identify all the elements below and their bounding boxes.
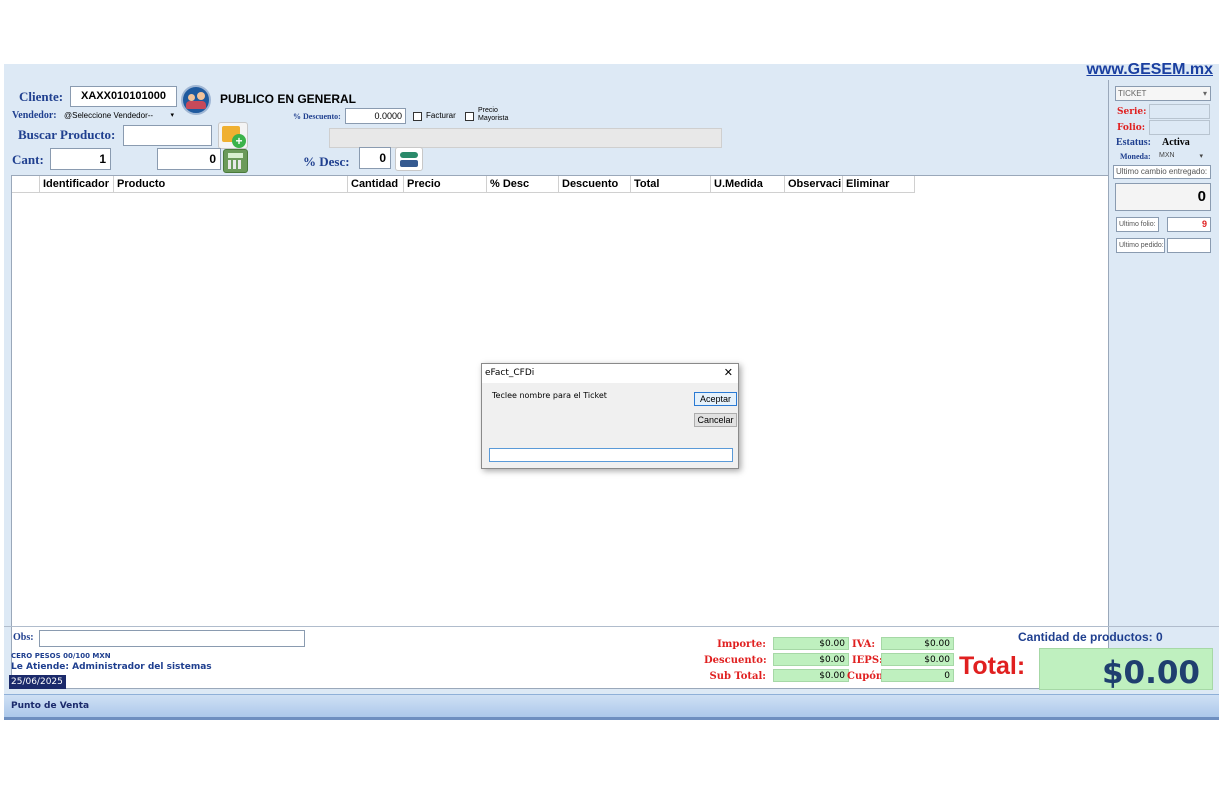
product-count: Cantidad de productos: 0 [1018, 630, 1163, 644]
dialog-prompt: Teclee nombre para el Ticket [492, 391, 607, 400]
importe-value: $0.00 [773, 637, 849, 650]
cupon-value: 0 [881, 669, 954, 682]
client-label: Cliente: [19, 89, 64, 104]
desc-input[interactable]: 0 [359, 147, 391, 169]
bottom-bar-title: Punto de Venta [11, 701, 90, 711]
col-umedida[interactable]: U.Medida [711, 176, 785, 192]
cambio-value: 0 [1115, 183, 1211, 211]
precio-mayorista-line2: Mayorista [478, 115, 509, 122]
vendor-label: Vendedor: [12, 110, 57, 121]
col-descuento[interactable]: Descuento [559, 176, 631, 192]
right-panel-divider [1108, 80, 1109, 626]
doc-type-select[interactable]: TICKET ▾ [1115, 86, 1211, 101]
ticket-name-dialog: eFact_CFDi ✕ Teclee nombre para el Ticke… [481, 363, 739, 469]
ultimo-folio-label: Ultimo folio: [1116, 217, 1159, 232]
serie-label: Serie: [1117, 107, 1147, 117]
col-total[interactable]: Total [631, 176, 711, 192]
subtotal-value: $0.00 [773, 669, 849, 682]
apply-discount-icon[interactable] [395, 147, 423, 171]
precio-mayorista-checkbox[interactable] [465, 112, 474, 121]
price-input[interactable]: 0 [157, 148, 221, 170]
calculator-icon[interactable] [223, 149, 248, 173]
dialog-titlebar: eFact_CFDi ✕ [482, 364, 738, 383]
obs-label: Obs: [13, 632, 34, 643]
dialog-title: eFact_CFDi [485, 368, 535, 378]
col-desc[interactable]: % Desc [487, 176, 559, 192]
col-eliminar[interactable]: Eliminar [843, 176, 915, 192]
search-label: Buscar Producto: [18, 127, 116, 142]
discount-header-input[interactable]: 0.0000 [345, 108, 406, 124]
bottom-bar: Punto de Venta [4, 694, 1219, 719]
desc-label: % Desc: [303, 154, 350, 169]
col-observaciones[interactable]: Observaci [785, 176, 843, 192]
taskbar-strip [4, 717, 1219, 720]
subtotal-label: Sub Total: [709, 671, 766, 682]
ultimo-pedido-value [1167, 238, 1211, 253]
folio-label: Folio: [1117, 123, 1146, 133]
vendor-selected: @Seleccione Vendedor-- [64, 111, 154, 120]
importe-label: Importe: [717, 639, 766, 650]
facturar-checkbox[interactable] [413, 112, 422, 121]
qty-label: Cant: [12, 152, 44, 167]
doc-type-value: TICKET [1118, 89, 1147, 98]
header-divider [12, 192, 915, 193]
iva-value: $0.00 [881, 637, 954, 650]
total-value: $0.00 [1039, 648, 1213, 691]
ultimo-folio-value: 9 [1167, 217, 1211, 232]
estatus-value: Activa [1162, 137, 1190, 148]
add-product-icon[interactable]: + [218, 122, 248, 149]
client-search-icon[interactable] [181, 85, 211, 115]
site-link[interactable]: www.GESEM.mx [1086, 61, 1213, 79]
chevron-down-icon: ▾ [170, 112, 174, 119]
accept-button[interactable]: Aceptar [694, 392, 737, 406]
amount-in-words: CERO PESOS 00/100 MXN [11, 652, 111, 660]
folio-field [1149, 120, 1210, 135]
col-cantidad[interactable]: Cantidad [348, 176, 404, 192]
attendant-text: Le Atiende: Administrador del sistemas [11, 662, 212, 672]
close-icon[interactable]: ✕ [724, 366, 733, 379]
ieps-value: $0.00 [881, 653, 954, 666]
obs-input[interactable] [39, 630, 305, 647]
moneda-value: MXN [1159, 152, 1175, 159]
date-display: 25/06/2025 [9, 675, 66, 689]
client-name: PUBLICO EN GENERAL [220, 92, 357, 106]
precio-mayorista-line1: Precio [478, 107, 498, 114]
row-header-corner [12, 176, 40, 192]
product-description-field [329, 128, 722, 148]
facturar-label: Facturar [426, 111, 456, 120]
cambio-placeholder: Ultimo cambio entregado: [1113, 165, 1211, 179]
chevron-down-icon: ▾ [1202, 89, 1207, 98]
cancel-button[interactable]: Cancelar [694, 413, 737, 427]
col-producto[interactable]: Producto [114, 176, 348, 192]
iva-label: IVA: [852, 639, 876, 650]
discount-header-label: % Descuento: [293, 112, 341, 121]
ultimo-pedido-label: Ultimo pedido: [1116, 238, 1165, 253]
ticket-name-input[interactable] [489, 448, 733, 462]
ieps-label: IEPS: [852, 655, 883, 666]
vendor-select[interactable]: @Seleccione Vendedor-- ▾ [64, 110, 174, 122]
col-precio[interactable]: Precio [404, 176, 487, 192]
moneda-label: Moneda: [1120, 152, 1151, 161]
chevron-down-icon: ▾ [1199, 153, 1203, 160]
qty-input[interactable]: 1 [50, 148, 111, 170]
client-rfc-field[interactable]: XAXX010101000 [70, 86, 177, 107]
serie-field [1149, 104, 1210, 119]
descuento-label: Descuento: [704, 655, 767, 666]
footer-divider [4, 626, 1219, 627]
estatus-label: Estatus: [1116, 137, 1152, 148]
col-identificador[interactable]: Identificador [40, 176, 114, 192]
search-input[interactable] [123, 125, 212, 146]
descuento-value: $0.00 [773, 653, 849, 666]
precio-mayorista-label: Precio Mayorista [478, 107, 508, 123]
total-label: Total: [959, 652, 1026, 680]
moneda-select[interactable]: MXN ▾ [1159, 152, 1203, 160]
